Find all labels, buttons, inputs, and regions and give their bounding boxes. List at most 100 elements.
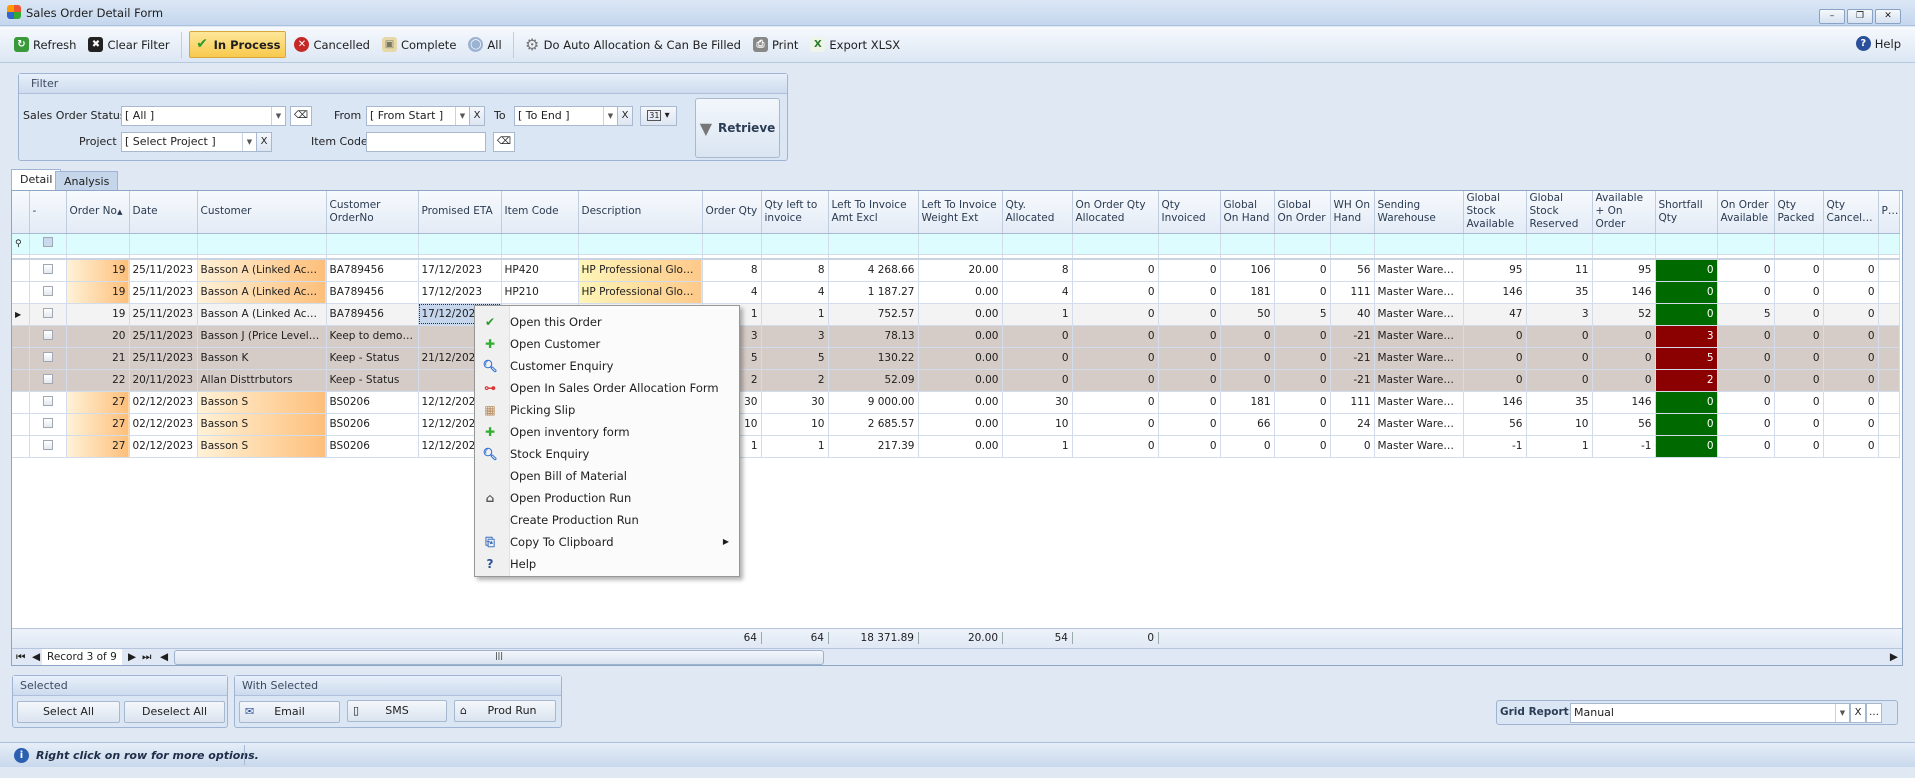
row-indicator[interactable] — [12, 391, 30, 414]
clear-status-button[interactable]: ⌫ — [290, 106, 312, 126]
column-header[interactable]: PO — [1878, 191, 1900, 234]
filter-cell[interactable] — [918, 233, 1003, 255]
cell-global-on-order[interactable]: 5 — [1274, 303, 1331, 326]
calendar-button[interactable]: 31 ▾ — [640, 106, 677, 126]
cell-available-on-order[interactable]: 95 — [1592, 259, 1656, 282]
filter-checkbox[interactable] — [42, 237, 53, 247]
column-header[interactable]: Shortfall Qty — [1655, 191, 1718, 234]
cell-order-no[interactable]: 22 — [66, 369, 130, 392]
cell-description[interactable]: HP Professional Gloss... — [578, 281, 703, 304]
cell-order-qty[interactable]: 8 — [702, 259, 762, 282]
clear-grid-report-button[interactable]: X — [1850, 703, 1866, 723]
column-header[interactable]: Description — [578, 191, 703, 234]
context-menu-item[interactable]: ▦ Picking Slip — [475, 399, 739, 421]
cell-customer[interactable]: Basson J (Price Level 8... — [197, 325, 327, 348]
prev-record-button[interactable]: ◀ — [32, 651, 40, 663]
cell-qty-allocated[interactable]: 0 — [1002, 347, 1073, 370]
cell-qty-allocated[interactable]: 8 — [1002, 259, 1073, 282]
context-menu-item[interactable]: 🔍︎ Stock Enquiry — [475, 443, 739, 465]
cell-global-on-hand[interactable]: 0 — [1220, 347, 1275, 370]
column-header[interactable]: Qty Cancelled — [1823, 191, 1879, 234]
cell-qty-allocated[interactable]: 1 — [1002, 435, 1073, 458]
cell-customer[interactable]: Basson S — [197, 413, 327, 436]
cell-global-on-hand[interactable]: 50 — [1220, 303, 1275, 326]
cell-customer-orderno[interactable]: BS0206 — [326, 391, 419, 414]
cell-global-stock-reserved[interactable]: 3 — [1526, 303, 1593, 326]
cell-customer-orderno[interactable]: Keep - Status — [326, 347, 419, 370]
cell-global-on-order[interactable]: 0 — [1274, 435, 1331, 458]
column-header[interactable]: Date — [129, 191, 198, 234]
cell-global-on-hand[interactable]: 181 — [1220, 391, 1275, 414]
context-menu-item[interactable]: ? Help — [475, 553, 739, 575]
cell-date[interactable]: 25/11/2023 — [129, 259, 198, 282]
cell-qty-invoiced[interactable]: 0 — [1158, 281, 1221, 304]
cell-left-to-invoice-weight-ext[interactable]: 0.00 — [918, 303, 1003, 326]
filter-cell[interactable] — [1158, 233, 1221, 255]
cell-qty-allocated[interactable]: 4 — [1002, 281, 1073, 304]
filter-checkbox-cell[interactable] — [29, 233, 67, 255]
filter-cell[interactable] — [326, 233, 419, 255]
cell-date[interactable]: 20/11/2023 — [129, 369, 198, 392]
cell-global-on-hand[interactable]: 0 — [1220, 369, 1275, 392]
cell-on-order-available[interactable]: 0 — [1717, 369, 1775, 392]
cell-on-order-qty-allocated[interactable]: 0 — [1072, 259, 1159, 282]
cell-on-order-available[interactable]: 0 — [1717, 259, 1775, 282]
cell-po[interactable] — [1878, 369, 1900, 392]
cell-qty-cancelled[interactable]: 0 — [1823, 325, 1879, 348]
cancelled-button[interactable]: ✕ Cancelled — [290, 34, 374, 55]
cell-global-stock-reserved[interactable]: 10 — [1526, 413, 1593, 436]
cell-date[interactable]: 02/12/2023 — [129, 391, 198, 414]
column-header[interactable]: Qty. Allocated — [1002, 191, 1073, 234]
row-checkbox[interactable] — [42, 285, 53, 296]
row-checkbox-cell[interactable] — [29, 259, 67, 282]
cell-qty-cancelled[interactable]: 0 — [1823, 413, 1879, 436]
cell-date[interactable]: 25/11/2023 — [129, 303, 198, 326]
all-button[interactable]: ◯ All — [464, 34, 505, 55]
filter-cell[interactable] — [501, 233, 579, 255]
cell-left-to-invoice-amt-excl[interactable]: 2 685.57 — [828, 413, 919, 436]
cell-on-order-available[interactable]: 0 — [1717, 281, 1775, 304]
cell-item-code[interactable]: HP420 — [501, 259, 579, 282]
row-checkbox[interactable] — [42, 439, 53, 450]
context-menu-item[interactable]: Open Bill of Material — [475, 465, 739, 487]
cell-on-order-available[interactable]: 5 — [1717, 303, 1775, 326]
filter-cell[interactable] — [1274, 233, 1331, 255]
cell-qty-allocated[interactable]: 1 — [1002, 303, 1073, 326]
cell-wh-on-hand[interactable]: 40 — [1330, 303, 1375, 326]
cell-description[interactable]: HP Professional Gloss... — [578, 259, 703, 282]
cell-sending-warehouse[interactable]: Master Wareh... — [1374, 325, 1464, 348]
column-header[interactable]: Left To Invoice Amt Excl — [828, 191, 919, 234]
cell-qty-invoiced[interactable]: 0 — [1158, 347, 1221, 370]
column-header[interactable]: Sending Warehouse — [1374, 191, 1464, 234]
filter-cell[interactable] — [1002, 233, 1073, 255]
cell-po[interactable] — [1878, 259, 1900, 282]
table-row[interactable]: 19 25/11/2023 Basson A (Linked Acco... BA78… — [12, 281, 1900, 304]
last-record-button[interactable]: ⏭ — [142, 651, 151, 664]
row-indicator[interactable] — [12, 413, 30, 436]
context-menu-item[interactable]: ⎘ Copy To Clipboard ▶ — [475, 531, 739, 553]
cell-on-order-qty-allocated[interactable]: 0 — [1072, 391, 1159, 414]
cell-on-order-qty-allocated[interactable]: 0 — [1072, 435, 1159, 458]
scroll-left-button[interactable]: ◀ — [160, 651, 168, 663]
cell-available-on-order[interactable]: 0 — [1592, 325, 1656, 348]
cell-on-order-available[interactable]: 0 — [1717, 325, 1775, 348]
cell-shortfall-qty[interactable]: 0 — [1655, 303, 1718, 326]
cell-customer-orderno[interactable]: BA789456 — [326, 303, 419, 326]
cell-customer[interactable]: Basson S — [197, 435, 327, 458]
filter-cell[interactable] — [1774, 233, 1824, 255]
filter-cell[interactable] — [1655, 233, 1718, 255]
cell-global-on-hand[interactable]: 106 — [1220, 259, 1275, 282]
first-record-button[interactable]: ⏮ — [16, 651, 25, 664]
cell-shortfall-qty[interactable]: 2 — [1655, 369, 1718, 392]
from-date-input[interactable]: [ From Start ] ▼ — [366, 106, 470, 126]
project-select[interactable]: [ Select Project ] ▼ — [121, 132, 257, 152]
row-indicator[interactable] — [12, 369, 30, 392]
filter-cell[interactable] — [828, 233, 919, 255]
cell-global-stock-reserved[interactable]: 0 — [1526, 369, 1593, 392]
filter-cell[interactable] — [578, 233, 703, 255]
cell-global-on-hand[interactable]: 66 — [1220, 413, 1275, 436]
context-menu-item[interactable]: 🔍︎ Customer Enquiry — [475, 355, 739, 377]
cell-order-no[interactable]: 19 — [66, 281, 130, 304]
cell-available-on-order[interactable]: 56 — [1592, 413, 1656, 436]
cell-left-to-invoice-weight-ext[interactable]: 0.00 — [918, 413, 1003, 436]
